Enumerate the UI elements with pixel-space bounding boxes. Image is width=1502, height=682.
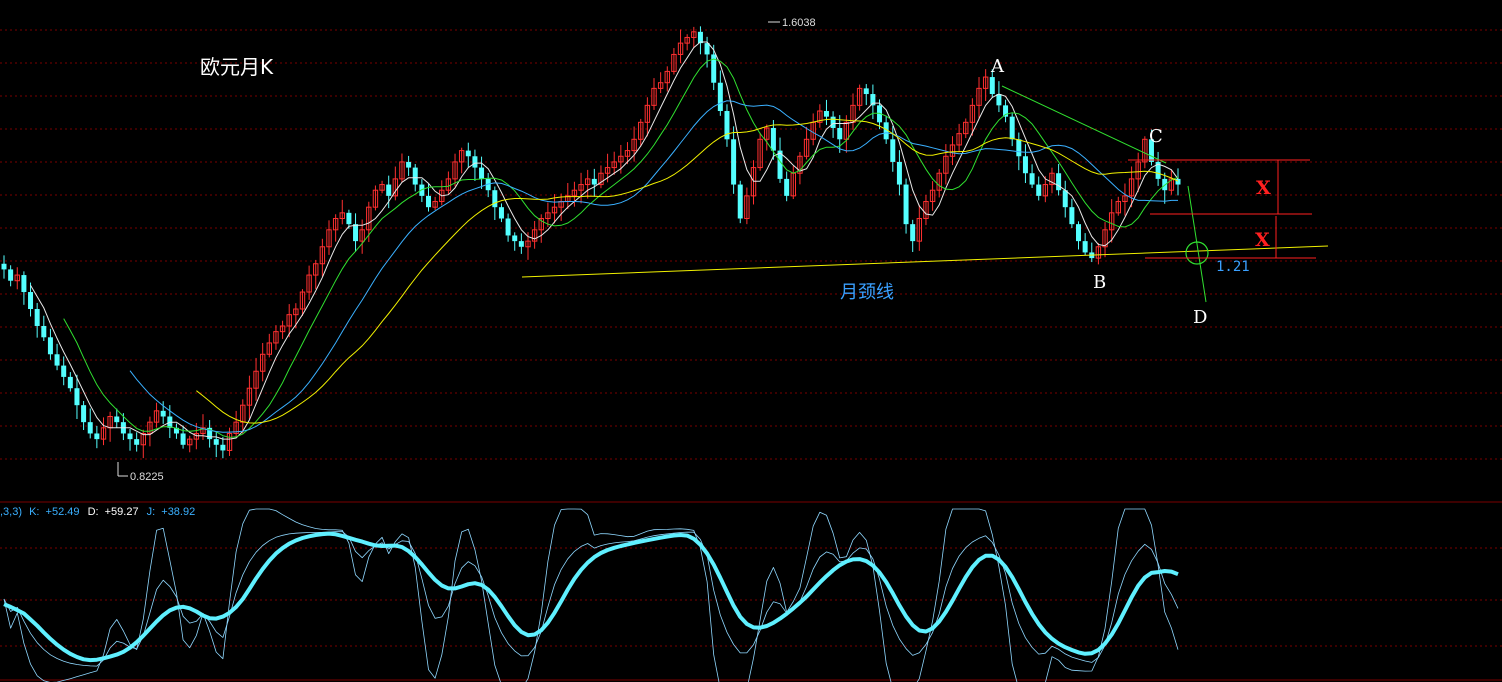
- target-label: 1.21: [1216, 259, 1250, 275]
- candle-body-down: [87, 422, 93, 434]
- candle-body-down: [784, 178, 790, 196]
- candle-body-down: [21, 275, 27, 293]
- candle-body-down: [770, 127, 776, 151]
- candle-body-down: [1016, 139, 1022, 157]
- kdj-legend: ,3,3) K: +52.49 D: +59.27 J: +38.92: [0, 506, 195, 518]
- candle-body-down: [830, 116, 836, 128]
- candle-body-down: [353, 224, 359, 242]
- candle-body-down: [412, 167, 418, 185]
- candle-body-down: [863, 88, 869, 95]
- candle-body-down: [996, 94, 1002, 106]
- candle-body-down: [406, 161, 412, 168]
- kdj-d-label: D:: [88, 506, 99, 518]
- candle-body-down: [1022, 156, 1028, 174]
- point-a-label: A: [990, 56, 1005, 77]
- candle-body-down: [837, 127, 843, 140]
- point-b-label: B: [1093, 272, 1106, 293]
- candle-body-down: [1029, 173, 1035, 185]
- candle-body-down: [1056, 173, 1062, 191]
- kdj-params: ,3,3): [0, 506, 22, 518]
- candle-body-down: [1069, 207, 1075, 225]
- x-mark-upper: X: [1256, 177, 1271, 199]
- kdj-k-label: K:: [29, 506, 39, 518]
- candle-body-down: [67, 376, 73, 389]
- candle-body-down: [220, 444, 226, 451]
- kdj-k-value: +52.49: [46, 506, 80, 518]
- candle-body-down: [512, 235, 518, 242]
- candle-body-down: [8, 269, 14, 281]
- candle-body-down: [697, 31, 703, 44]
- kdj-j-label: J:: [147, 506, 156, 518]
- candle-body-down: [717, 82, 723, 112]
- candle-body-down: [425, 195, 431, 208]
- candle-body-down: [1036, 184, 1042, 196]
- candle-body-down: [61, 365, 67, 377]
- point-c-label: C: [1149, 126, 1163, 147]
- kdj-j-value: +38.92: [161, 506, 195, 518]
- candle-body-down: [465, 150, 471, 157]
- candle-body-down: [731, 139, 737, 185]
- candle-body-down: [213, 439, 219, 445]
- candle-body-down: [591, 178, 597, 185]
- candle-body-down: [1076, 224, 1082, 242]
- chart-title: 欧元月K: [200, 55, 274, 79]
- candle-body-down: [1009, 116, 1015, 140]
- candle-body-down: [34, 309, 40, 326]
- candle-body-down: [890, 139, 896, 162]
- candle-body-down: [498, 207, 504, 219]
- eurusd-monthly-chart: 1.6038 0.8225 欧元月K A C B D 月颈线 X X 1.21 …: [0, 0, 1502, 682]
- candle-body-down: [74, 388, 80, 406]
- candle-body-down: [903, 184, 909, 225]
- neckline-label: 月颈线: [840, 282, 894, 303]
- high-price-label: 1.6038: [782, 17, 816, 29]
- candle-body-down: [41, 325, 47, 338]
- candle-body-down: [160, 410, 166, 417]
- x-mark-lower: X: [1255, 229, 1270, 251]
- candle-body-down: [896, 161, 902, 185]
- candle-body-down: [505, 218, 511, 236]
- candle-body-down: [472, 156, 478, 168]
- candle-body-down: [910, 224, 916, 242]
- candle-body-down: [114, 416, 120, 423]
- candle-body-down: [28, 292, 34, 310]
- candle-body-down: [1, 263, 7, 270]
- chart-background: [0, 0, 1502, 682]
- kdj-d-value: +59.27: [105, 506, 139, 518]
- candle-body-down: [737, 184, 743, 219]
- candle-body-down: [81, 405, 87, 423]
- low-price-label: 0.8225: [130, 471, 164, 483]
- candle-body-down: [1062, 190, 1068, 208]
- candle-body-down: [134, 439, 140, 445]
- candle-body-down: [94, 433, 100, 440]
- candle-body-down: [1175, 178, 1181, 185]
- candle-body-down: [518, 241, 524, 247]
- candle-body-down: [386, 184, 392, 196]
- candle-body-down: [1082, 241, 1088, 253]
- candle-body-down: [54, 354, 60, 366]
- candle-body-down: [823, 111, 829, 117]
- candle-body-down: [127, 433, 133, 440]
- candle-body-down: [989, 77, 995, 95]
- candle-body-down: [47, 337, 53, 355]
- point-d-label: D: [1193, 307, 1207, 328]
- candle-body-down: [180, 433, 186, 445]
- candle-body-down: [346, 212, 352, 225]
- candle-body-down: [492, 190, 498, 208]
- candle-body-down: [479, 167, 485, 179]
